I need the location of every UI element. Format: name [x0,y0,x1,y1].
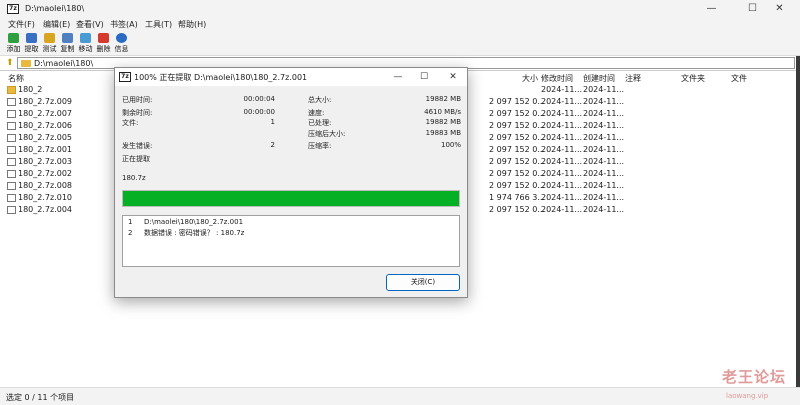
move-icon [80,33,91,43]
folder-icon [7,86,16,94]
errors-label: 发生错误: [122,142,153,150]
menu-view[interactable]: 查看(V) [76,19,104,30]
column-modified[interactable]: 修改时间 [541,73,573,84]
menu-tools[interactable]: 工具(T) [145,19,172,30]
up-folder-icon[interactable]: ⬆ [6,58,14,68]
copy-label: 复制 [60,45,75,53]
total-size-value: 19882 MB [425,95,461,103]
info-button[interactable]: 信息 [113,32,130,55]
menu-edit[interactable]: 编辑(E) [43,19,70,30]
test-icon [44,33,55,43]
title-bar: 7z D:\maolei\180\ — ☐ ✕ [0,0,800,18]
menu-bookmarks[interactable]: 书签(A) [110,19,138,30]
errors-value: 2 [270,141,275,149]
current-file: 180.7z [122,174,146,182]
delete-label: 删除 [96,45,111,53]
status-bar: 选定 0 / 11 个项目 [0,387,800,405]
add-label: 添加 [6,45,21,53]
file-icon [7,110,16,118]
processed-value: 19882 MB [425,118,461,126]
column-files[interactable]: 文件 [731,73,747,84]
dialog-title: 100% 正在提取 D:\maolei\180\180_2.7z.001 [134,73,308,82]
menu-file[interactable]: 文件(F) [8,19,35,30]
window-title: D:\maolei\180\ [25,4,85,13]
message-list[interactable]: 1 D:\maolei\180\180_2.7z.001 2 数据错误 : 密码错误… [122,215,460,267]
speed-label: 速度: [308,109,325,117]
folder-icon [21,60,31,67]
extract-progress-dialog: 7z 100% 正在提取 D:\maolei\180\180_2.7z.001 … [114,67,468,298]
column-created[interactable]: 创建时间 [583,73,615,84]
info-label: 信息 [114,45,129,53]
add-button[interactable]: 添加 [5,32,22,55]
extract-button[interactable]: 提取 [23,32,40,55]
extract-label: 提取 [24,45,39,53]
message-row: 2 数据错误 : 密码错误？ : 180.7z [128,228,244,238]
dialog-close-button[interactable]: ✕ [440,68,466,86]
app-logo-icon: 7z [7,4,19,14]
dialog-maximize-button[interactable]: ☐ [411,68,437,86]
menu-help[interactable]: 帮助(H) [178,19,206,30]
file-icon [7,194,16,202]
test-button[interactable]: 测试 [41,32,58,55]
file-icon [7,158,16,166]
extracting-label: 正在提取 [122,155,150,163]
file-icon [7,98,16,106]
progress-fill [123,191,459,206]
toolbar: 添加 提取 测试 复制 移动 删除 信息 [0,31,800,56]
column-name[interactable]: 名称 [8,73,24,84]
compressed-size-label: 压缩后大小: [308,130,346,138]
address-path: D:\maolei\180\ [34,59,94,68]
test-label: 测试 [42,45,57,53]
message-text: 数据错误 : 密码错误？ : 180.7z [144,229,245,237]
copy-button[interactable]: 复制 [59,32,76,55]
file-icon [7,134,16,142]
files-value: 1 [270,118,275,126]
minimize-button[interactable]: — [689,0,734,18]
add-icon [8,33,19,43]
close-button[interactable]: 关闭(C) [386,274,460,291]
progress-bar [122,190,460,207]
compression-ratio-value: 100% [440,141,461,149]
watermark-logo: 老王论坛 [722,368,787,386]
elapsed-time-value: 00:00:04 [243,95,275,103]
move-button[interactable]: 移动 [77,32,94,55]
menu-bar: 文件(F) 编辑(E) 查看(V) 书签(A) 工具(T) 帮助(H) [0,18,800,31]
column-folders[interactable]: 文件夹 [681,73,705,84]
delete-icon [98,33,109,43]
files-label: 文件: [122,119,139,127]
file-icon [7,146,16,154]
total-size-label: 总大小: [308,96,332,104]
app-logo-icon: 7z [119,72,131,82]
background-window-edge [796,56,800,387]
info-icon [116,33,127,43]
file-icon [7,182,16,190]
file-icon [7,122,16,130]
message-text: D:\maolei\180\180_2.7z.001 [144,218,244,226]
copy-icon [62,33,73,43]
message-number: 1 [128,218,133,226]
status-text: 选定 0 / 11 个项目 [6,393,75,402]
speed-value: 4610 MB/s [424,108,461,116]
compression-ratio-label: 压缩率: [308,142,332,150]
compressed-size-value: 19883 MB [425,129,461,137]
column-comment[interactable]: 注释 [625,73,641,84]
processed-label: 已处理: [308,119,332,127]
extract-icon [26,33,37,43]
message-row: 1 D:\maolei\180\180_2.7z.001 [128,218,243,226]
move-label: 移动 [78,45,93,53]
elapsed-time-label: 已用时间: [122,96,153,104]
column-size[interactable]: 大小 [522,73,538,84]
watermark-url: laowang.vip [726,392,769,400]
dialog-minimize-button[interactable]: — [385,68,411,86]
delete-button[interactable]: 删除 [95,32,112,55]
remaining-time-value: 00:00:00 [243,108,275,116]
file-icon [7,206,16,214]
message-number: 2 [128,229,133,237]
dialog-title-bar: 7z 100% 正在提取 D:\maolei\180\180_2.7z.001 … [115,68,467,86]
file-icon [7,170,16,178]
close-window-button[interactable]: ✕ [757,0,800,18]
remaining-time-label: 剩余时间: [122,109,153,117]
